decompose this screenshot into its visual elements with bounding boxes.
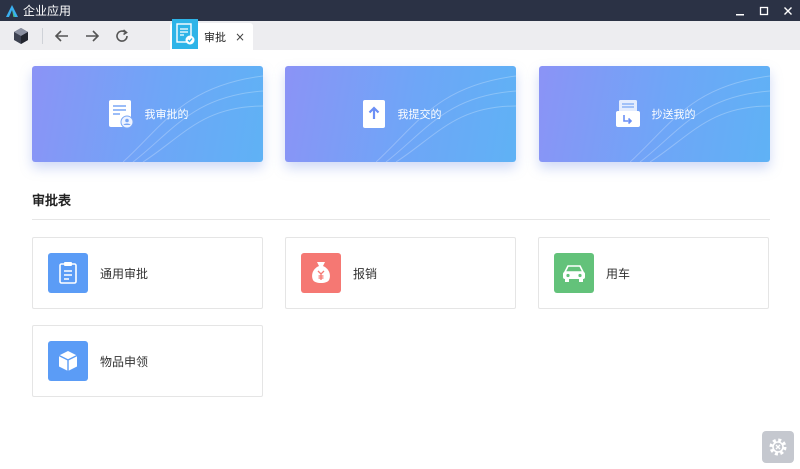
- card-my-approvals[interactable]: 我审批的: [32, 66, 263, 162]
- maximize-icon: [759, 6, 769, 15]
- item-label: 物品申领: [100, 354, 149, 369]
- minimize-button[interactable]: [728, 0, 752, 21]
- approval-app-icon: [172, 18, 198, 49]
- forward-button[interactable]: [81, 25, 103, 47]
- card-label: 我提交的: [397, 108, 442, 121]
- summary-cards: 我审批的 我提交的 抄送我的: [32, 66, 770, 162]
- refresh-button[interactable]: [111, 25, 133, 47]
- section-title: 审批表: [32, 194, 72, 209]
- arrow-right-icon: [86, 29, 100, 42]
- item-general-approval[interactable]: 通用审批: [32, 237, 263, 309]
- window-titlebar: 企业应用: [0, 0, 800, 21]
- section-divider: [32, 219, 770, 220]
- tab-close-icon[interactable]: ×: [235, 30, 245, 44]
- close-icon: [784, 6, 792, 15]
- close-window-button[interactable]: [776, 0, 800, 21]
- maximize-button[interactable]: [752, 0, 776, 21]
- cube-extension-icon[interactable]: [10, 25, 32, 47]
- money-bag-icon: [301, 253, 341, 293]
- car-icon: [554, 253, 594, 293]
- item-label: 用车: [606, 266, 631, 281]
- refresh-icon: [116, 28, 128, 42]
- tab-approval[interactable]: 审批 ×: [170, 18, 253, 50]
- window-title: 企业应用: [23, 4, 72, 18]
- window-controls: [728, 0, 800, 21]
- cc-forward-icon: [614, 99, 642, 129]
- box-icon: [48, 341, 88, 381]
- card-label: 我审批的: [144, 108, 189, 121]
- card-label: 抄送我的: [651, 108, 696, 121]
- item-reimbursement[interactable]: 报销: [285, 237, 516, 309]
- approval-doc-icon: [107, 99, 135, 129]
- item-label: 报销: [353, 266, 378, 281]
- card-cc-to-me[interactable]: 抄送我的: [539, 66, 770, 162]
- item-label: 通用审批: [100, 266, 149, 281]
- main-content: 我审批的 我提交的 抄送我的 审批表 通用审批 报销 用车 物品申领: [0, 50, 800, 469]
- settings-button[interactable]: [762, 431, 794, 463]
- minimize-icon: [736, 13, 744, 15]
- card-my-submissions[interactable]: 我提交的: [285, 66, 516, 162]
- tab-label: 审批: [204, 30, 226, 44]
- clipboard-icon: [48, 253, 88, 293]
- submit-upload-icon: [360, 99, 388, 129]
- app-logo-icon: [4, 3, 20, 19]
- gear-icon: [769, 438, 787, 456]
- browser-toolbar: 审批 ×: [0, 18, 800, 50]
- item-vehicle[interactable]: 用车: [538, 237, 769, 309]
- item-goods-requisition[interactable]: 物品申领: [32, 325, 263, 397]
- back-button[interactable]: [51, 25, 73, 47]
- toolbar-divider: [42, 27, 43, 44]
- arrow-left-icon: [54, 29, 68, 42]
